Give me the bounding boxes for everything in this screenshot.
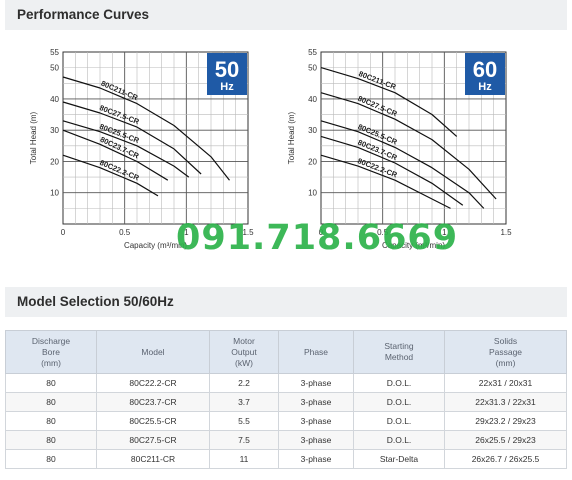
cell-discharge-bore: 80 (5, 449, 97, 469)
y-axis-label: Total Head (m) (287, 111, 296, 164)
cell-model: 80C23.7-CR (96, 392, 210, 412)
cell-model: 80C27.5-CR (96, 430, 210, 450)
y-tick-label: 30 (50, 126, 59, 135)
cell-solids-passage: 22x31.3 / 22x31 (444, 392, 567, 412)
frequency-badge-unit: Hz (478, 81, 492, 93)
frequency-badge-unit: Hz (220, 81, 234, 93)
cell-phase: 3-phase (278, 392, 354, 412)
y-tick-label: 30 (308, 126, 317, 135)
table-row: 80 80C27.5-CR 7.5 3-phase D.O.L. 26x25.5… (5, 430, 567, 450)
cell-model: 80C22.2-CR (96, 373, 210, 393)
cell-starting-method: D.O.L. (353, 430, 445, 450)
cell-model: 80C211-CR (96, 449, 210, 469)
y-tick-label: 50 (50, 64, 59, 73)
cell-starting-method: D.O.L. (353, 411, 445, 431)
cell-motor-output: 7.5 (209, 430, 279, 450)
cell-motor-output: 11 (209, 449, 279, 469)
table-row: 80 80C211-CR 11 3-phase Star-Delta 26x26… (5, 449, 567, 469)
cell-starting-method: Star-Delta (353, 449, 445, 469)
cell-solids-passage: 29x23.2 / 29x23 (444, 411, 567, 431)
y-tick-label: 55 (50, 48, 59, 57)
model-selection-title: Model Selection 50/60Hz (17, 294, 174, 309)
y-tick-label: 10 (50, 189, 59, 198)
phone-watermark: 091.718.6669 (176, 218, 459, 258)
frequency-badge-value: 50 (215, 57, 239, 82)
y-axis-label: Total Head (m) (29, 111, 38, 164)
cell-discharge-bore: 80 (5, 373, 97, 393)
header-solids-passage: Solids Passage (mm) (444, 330, 567, 374)
cell-discharge-bore: 80 (5, 411, 97, 431)
performance-curves-header: Performance Curves (5, 0, 567, 30)
header-discharge-bore: Discharge Bore (mm) (5, 330, 97, 374)
model-selection-table: Discharge Bore (mm) Model Motor Output (… (5, 330, 567, 469)
table-row: 80 80C25.5-CR 5.5 3-phase D.O.L. 29x23.2… (5, 411, 567, 431)
y-tick-label: 50 (308, 64, 317, 73)
x-tick-label: 0 (61, 228, 66, 237)
y-tick-label: 40 (308, 95, 317, 104)
table-header-row: Discharge Bore (mm) Model Motor Output (… (5, 330, 567, 374)
performance-curves-title: Performance Curves (17, 7, 150, 22)
frequency-badge-value: 60 (473, 57, 497, 82)
table-row: 80 80C22.2-CR 2.2 3-phase D.O.L. 22x31 /… (5, 373, 567, 393)
cell-solids-passage: 26x26.7 / 26x25.5 (444, 449, 567, 469)
cell-motor-output: 5.5 (209, 411, 279, 431)
cell-motor-output: 2.2 (209, 373, 279, 393)
cell-solids-passage: 22x31 / 20x31 (444, 373, 567, 393)
header-starting-method: Starting Method (353, 330, 445, 374)
header-phase: Phase (278, 330, 354, 374)
cell-model: 80C25.5-CR (96, 411, 210, 431)
x-tick-label: 0.5 (119, 228, 131, 237)
y-tick-label: 20 (308, 157, 317, 166)
header-model: Model (96, 330, 210, 374)
cell-phase: 3-phase (278, 411, 354, 431)
cell-discharge-bore: 80 (5, 430, 97, 450)
y-tick-label: 10 (308, 189, 317, 198)
cell-starting-method: D.O.L. (353, 392, 445, 412)
y-tick-label: 55 (308, 48, 317, 57)
x-tick-label: 1.5 (500, 228, 512, 237)
cell-motor-output: 3.7 (209, 392, 279, 412)
table-row: 80 80C23.7-CR 3.7 3-phase D.O.L. 22x31.3… (5, 392, 567, 412)
cell-phase: 3-phase (278, 373, 354, 393)
y-tick-label: 20 (50, 157, 59, 166)
model-selection-header: Model Selection 50/60Hz (5, 287, 567, 317)
y-tick-label: 40 (50, 95, 59, 104)
cell-starting-method: D.O.L. (353, 373, 445, 393)
cell-discharge-bore: 80 (5, 392, 97, 412)
header-motor-output: Motor Output (kW) (209, 330, 279, 374)
cell-solids-passage: 26x25.5 / 29x23 (444, 430, 567, 450)
cell-phase: 3-phase (278, 449, 354, 469)
cell-phase: 3-phase (278, 430, 354, 450)
